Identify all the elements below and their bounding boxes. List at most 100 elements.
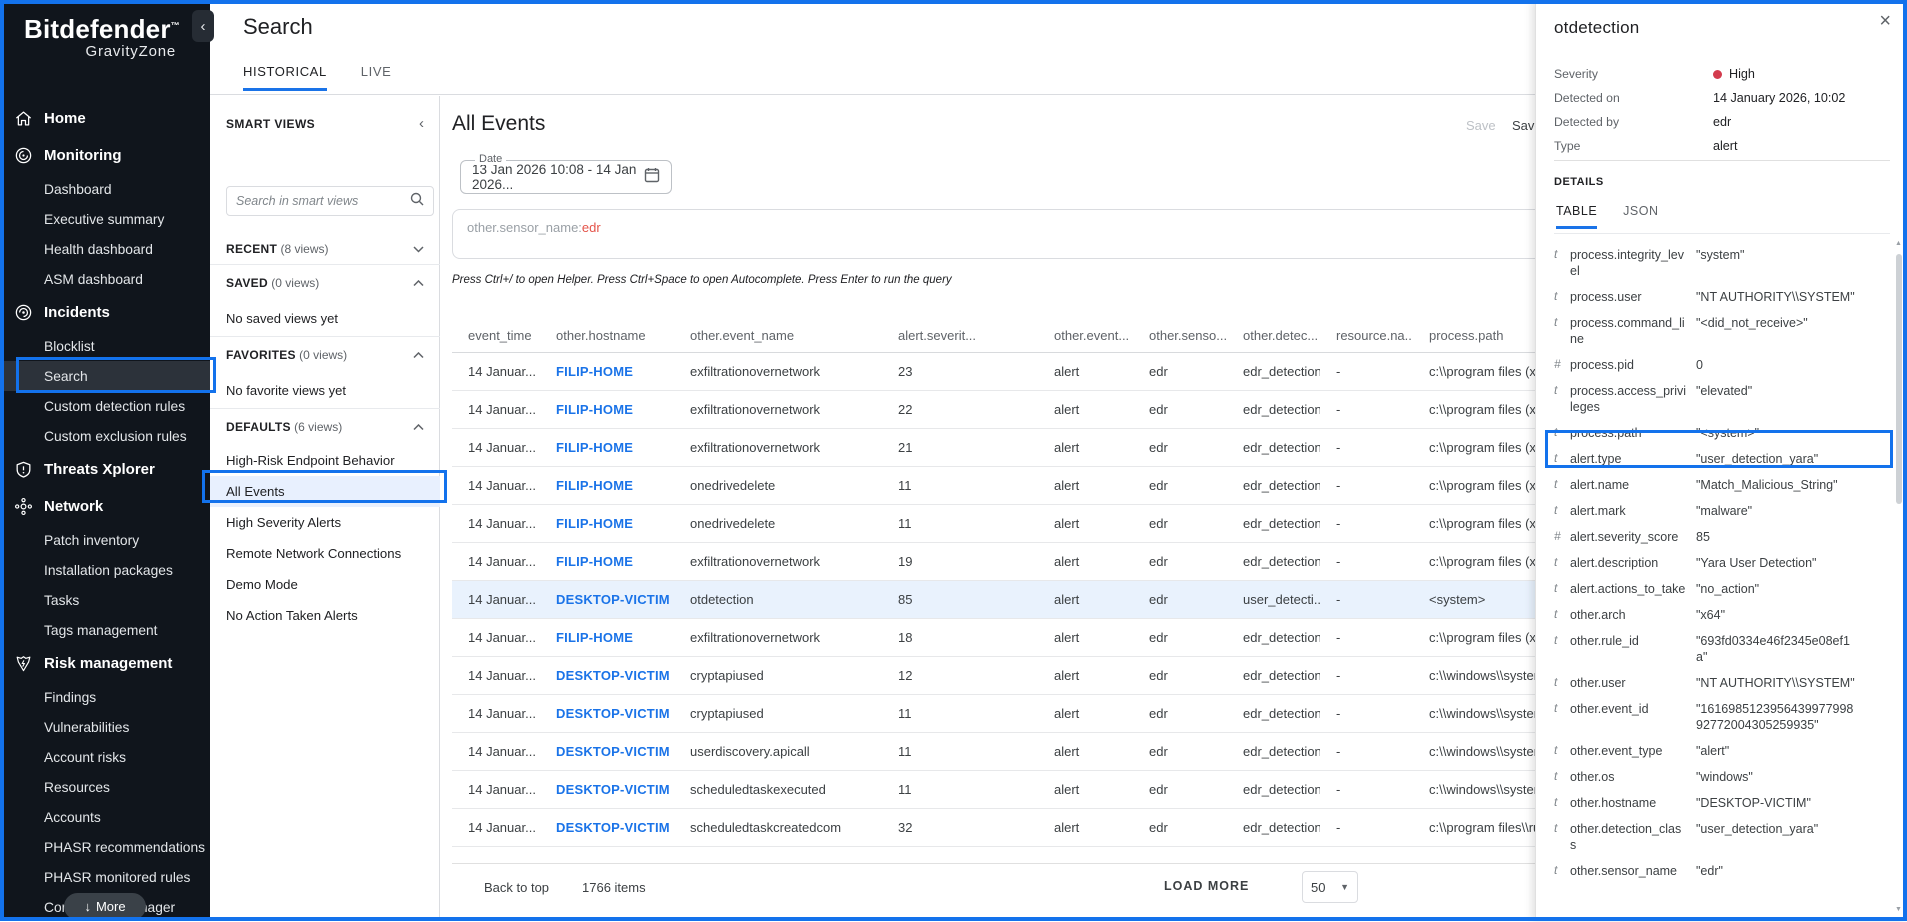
smart-view-high-severity-alerts[interactable]: High Severity Alerts <box>210 507 440 538</box>
chevron-up-icon[interactable] <box>413 274 424 292</box>
more-button[interactable]: ↓ More <box>64 893 146 920</box>
table-row[interactable]: 14 Januar...DESKTOP-VICTIMscheduledtaske… <box>452 771 1562 809</box>
sidebar-item-blocklist[interactable]: Blocklist <box>0 331 210 361</box>
chevron-up-icon[interactable] <box>413 346 424 364</box>
table-row[interactable]: 14 Januar...FILIP-HOMEonedrivedelete11al… <box>452 505 1562 543</box>
chevron-up-icon[interactable] <box>413 418 424 436</box>
column-header-resource-na[interactable]: resource.na... <box>1320 318 1413 352</box>
table-row[interactable]: 14 Januar...FILIP-HOMEexfiltrationoverne… <box>452 619 1562 657</box>
smart-views-search-input[interactable]: Search in smart views <box>226 186 434 216</box>
smart-view-high-risk-endpoint-behavior[interactable]: High-Risk Endpoint Behavior <box>210 445 440 476</box>
sidebar-item-tasks[interactable]: Tasks <box>0 585 210 615</box>
sidebar-item-findings[interactable]: Findings <box>0 682 210 712</box>
tab-live[interactable]: LIVE <box>361 64 392 91</box>
tab-historical[interactable]: HISTORICAL <box>243 64 327 91</box>
scrollbar-thumb[interactable] <box>1896 254 1902 504</box>
sidebar-item-phasr-recommendations[interactable]: PHASR recommendations <box>0 832 210 862</box>
sidebar-item-risk-management[interactable]: Risk management <box>0 645 210 682</box>
column-header-other-hostname[interactable]: other.hostname <box>540 318 674 352</box>
sidebar-item-account-risks[interactable]: Account risks <box>0 742 210 772</box>
hostname-link[interactable]: DESKTOP-VICTIM <box>556 706 670 721</box>
column-header-other-senso[interactable]: other.senso... <box>1133 318 1227 352</box>
sidebar-item-asm-dashboard[interactable]: ASM dashboard <box>0 264 210 294</box>
hostname-link[interactable]: FILIP-HOME <box>556 516 633 531</box>
smart-view-no-action-taken-alerts[interactable]: No Action Taken Alerts <box>210 600 440 631</box>
scroll-up-icon[interactable]: ▲ <box>1895 240 1902 247</box>
hostname-link[interactable]: DESKTOP-VICTIM <box>556 820 670 835</box>
sidebar-item-patch-inventory[interactable]: Patch inventory <box>0 525 210 555</box>
table-row[interactable]: 14 Januar...FILIP-HOMEexfiltrationoverne… <box>452 543 1562 581</box>
table-row[interactable]: 14 Januar...DESKTOP-VICTIMotdetection85a… <box>452 581 1562 619</box>
cell-other-hostname: FILIP-HOME <box>540 467 674 504</box>
hostname-link[interactable]: DESKTOP-VICTIM <box>556 592 670 607</box>
hostname-link[interactable]: DESKTOP-VICTIM <box>556 744 670 759</box>
tab-table[interactable]: TABLE <box>1556 204 1597 229</box>
sidebar-item-executive-summary[interactable]: Executive summary <box>0 204 210 234</box>
table-row[interactable]: 14 Januar...FILIP-HOMEexfiltrationoverne… <box>452 429 1562 467</box>
smart-views-section-saved[interactable]: SAVED (0 views) <box>210 265 440 301</box>
table-row[interactable]: 14 Januar...FILIP-HOMEexfiltrationoverne… <box>452 391 1562 429</box>
table-row[interactable]: 14 Januar...FILIP-HOMEexfiltrationoverne… <box>452 353 1562 391</box>
smart-view-demo-mode[interactable]: Demo Mode <box>210 569 440 600</box>
scrollbar[interactable]: ▲ ▼ <box>1894 240 1904 913</box>
smart-views-section-favorites[interactable]: FAVORITES (0 views) <box>210 337 440 373</box>
smart-views-section-recent[interactable]: RECENT (8 views) <box>210 233 440 265</box>
back-to-top-link[interactable]: Back to top <box>484 880 549 895</box>
sidebar-item-vulnerabilities[interactable]: Vulnerabilities <box>0 712 210 742</box>
table-row[interactable]: 14 Januar...FILIP-HOMEonedrivedelete11al… <box>452 467 1562 505</box>
save-button-disabled[interactable]: Save <box>1466 118 1496 133</box>
sidebar-item-incidents[interactable]: Incidents <box>0 294 210 331</box>
panel-collapse-icon[interactable]: ‹ <box>419 115 424 132</box>
hostname-link[interactable]: FILIP-HOME <box>556 402 633 417</box>
smart-views-section-defaults[interactable]: DEFAULTS (6 views) <box>210 409 440 445</box>
cell-other-event: alert <box>1038 809 1133 846</box>
table-row[interactable]: 14 Januar...DESKTOP-VICTIMuserdiscovery.… <box>452 733 1562 771</box>
chevron-down-icon[interactable] <box>413 240 424 258</box>
tab-json[interactable]: JSON <box>1623 204 1658 229</box>
smart-view-all-events[interactable]: All Events <box>210 476 440 507</box>
column-header-other-event-name[interactable]: other.event_name <box>674 318 882 352</box>
hostname-link[interactable]: FILIP-HOME <box>556 478 633 493</box>
column-header-alert-severit[interactable]: alert.severit... <box>882 318 1038 352</box>
load-more-button[interactable]: LOAD MORE <box>1164 879 1249 893</box>
hostname-link[interactable]: FILIP-HOME <box>556 440 633 455</box>
hostname-link[interactable]: FILIP-HOME <box>556 364 633 379</box>
page-size-select[interactable]: 50 ▼ <box>1302 871 1358 903</box>
close-icon[interactable]: × <box>1879 10 1891 33</box>
sidebar-item-custom-detection-rules[interactable]: Custom detection rules <box>0 391 210 421</box>
sidebar-item-network[interactable]: Network <box>0 488 210 525</box>
hostname-link[interactable]: FILIP-HOME <box>556 630 633 645</box>
sidebar-item-threats-xplorer[interactable]: Threats Xplorer <box>0 451 210 488</box>
hostname-link[interactable]: DESKTOP-VICTIM <box>556 668 670 683</box>
sidebar-item-phasr-monitored-rules[interactable]: PHASR monitored rules <box>0 862 210 892</box>
sidebar-item-accounts[interactable]: Accounts <box>0 802 210 832</box>
table-row[interactable]: 14 Januar...DESKTOP-VICTIMcryptapiused11… <box>452 695 1562 733</box>
sidebar-item-installation-packages[interactable]: Installation packages <box>0 555 210 585</box>
sidebar-item-resources[interactable]: Resources <box>0 772 210 802</box>
sidebar-item-custom-exclusion-rules[interactable]: Custom exclusion rules <box>0 421 210 451</box>
scroll-down-icon[interactable]: ▼ <box>1895 906 1902 913</box>
sidebar-item-home[interactable]: Home <box>0 100 210 137</box>
query-input[interactable]: other.sensor_name:edr <box>452 209 1562 259</box>
attribute-value: "alert" <box>1696 743 1856 759</box>
detail-row-other-hostname: tother.hostname"DESKTOP-VICTIM" <box>1554 790 1880 816</box>
sidebar-item-search[interactable]: Search <box>0 361 210 391</box>
column-header-other-event[interactable]: other.event... <box>1038 318 1133 352</box>
sidebar-item-tags-management[interactable]: Tags management <box>0 615 210 645</box>
hostname-link[interactable]: FILIP-HOME <box>556 554 633 569</box>
cell-alert-severit: 12 <box>882 657 1038 694</box>
table-row[interactable]: 14 Januar...DESKTOP-VICTIMcryptapiused12… <box>452 657 1562 695</box>
cell-other-event-name: exfiltrationovernetwork <box>674 353 882 390</box>
sidebar-collapse-button[interactable]: ‹ <box>192 10 214 42</box>
hostname-link[interactable]: DESKTOP-VICTIM <box>556 782 670 797</box>
date-range-field[interactable]: Date 13 Jan 2026 10:08 - 14 Jan 2026... <box>460 160 672 194</box>
column-header-other-detec[interactable]: other.detec... <box>1227 318 1320 352</box>
column-header-event-time[interactable]: event_time <box>452 318 540 352</box>
sidebar-item-monitoring[interactable]: Monitoring <box>0 137 210 174</box>
table-row[interactable]: 14 Januar...DESKTOP-VICTIMscheduledtaskc… <box>452 809 1562 847</box>
cell-other-senso: edr <box>1133 581 1227 618</box>
sidebar-item-health-dashboard[interactable]: Health dashboard <box>0 234 210 264</box>
cell-event-time: 14 Januar... <box>452 657 540 694</box>
sidebar-item-dashboard[interactable]: Dashboard <box>0 174 210 204</box>
smart-view-remote-network-connections[interactable]: Remote Network Connections <box>210 538 440 569</box>
